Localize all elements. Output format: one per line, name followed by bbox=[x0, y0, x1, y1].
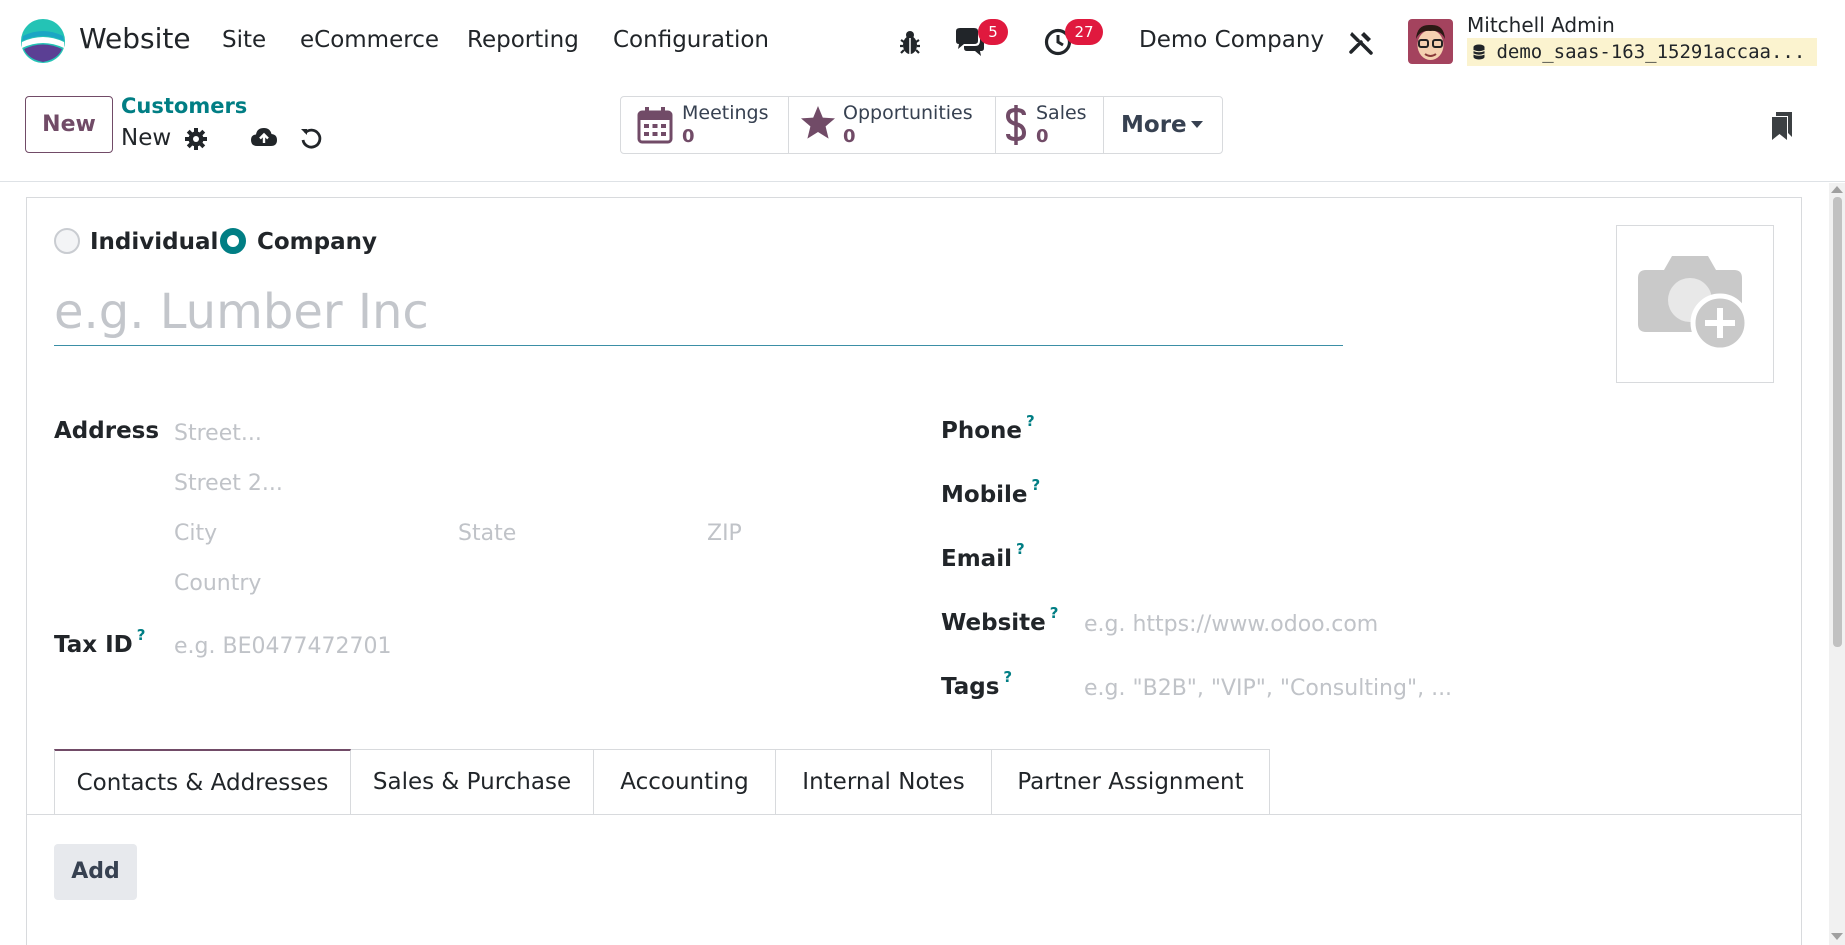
menu-site[interactable]: Site bbox=[222, 27, 266, 53]
radio-individual[interactable] bbox=[54, 228, 80, 254]
image-upload[interactable] bbox=[1616, 225, 1774, 383]
activities-count-badge: 27 bbox=[1065, 19, 1103, 45]
tab-contacts-addresses[interactable]: Contacts & Addresses bbox=[54, 749, 351, 815]
notebook-tabs: Contacts & Addresses Sales & Purchase Ac… bbox=[54, 749, 1270, 815]
address-label: Address bbox=[54, 418, 160, 444]
dollar-icon bbox=[1005, 105, 1027, 145]
email-label-text: Email bbox=[941, 546, 1012, 572]
street-input[interactable] bbox=[174, 417, 734, 449]
debug-bug-icon[interactable] bbox=[897, 28, 923, 56]
radio-individual-label[interactable]: Individual bbox=[90, 229, 218, 255]
company-switcher[interactable]: Demo Company bbox=[1139, 27, 1324, 53]
mobile-help-icon[interactable]: ? bbox=[1032, 476, 1041, 494]
scroll-up-arrow-icon[interactable] bbox=[1831, 186, 1843, 193]
meetings-label: Meetings bbox=[682, 102, 769, 124]
email-input[interactable] bbox=[1084, 544, 1774, 576]
database-icon bbox=[1473, 44, 1485, 60]
taxid-help-icon[interactable]: ? bbox=[137, 626, 146, 644]
mobile-label: Mobile? bbox=[941, 476, 1040, 508]
tab-internal-notes[interactable]: Internal Notes bbox=[776, 749, 992, 815]
website-label: Website? bbox=[941, 604, 1058, 636]
opportunities-count: 0 bbox=[843, 126, 856, 147]
street2-input[interactable] bbox=[174, 467, 734, 499]
more-label: More bbox=[1121, 112, 1187, 138]
zip-input[interactable] bbox=[707, 517, 857, 549]
phone-input[interactable] bbox=[1084, 416, 1774, 448]
opportunities-smart-button[interactable]: Opportunities 0 bbox=[789, 97, 996, 153]
menu-ecommerce[interactable]: eCommerce bbox=[300, 27, 439, 53]
tags-label: Tags? bbox=[941, 668, 1012, 700]
breadcrumb-customers-link[interactable]: Customers bbox=[121, 94, 247, 118]
opportunities-label: Opportunities bbox=[843, 102, 973, 124]
phone-label-text: Phone bbox=[941, 418, 1023, 444]
scrollbar-thumb[interactable] bbox=[1833, 197, 1842, 647]
top-navbar: Website Site eCommerce Reporting Configu… bbox=[0, 0, 1845, 83]
user-name[interactable]: Mitchell Admin bbox=[1467, 13, 1615, 37]
sales-smart-button[interactable]: Sales 0 bbox=[996, 97, 1104, 153]
gear-icon[interactable] bbox=[184, 127, 208, 151]
user-avatar[interactable] bbox=[1408, 19, 1453, 64]
settings-tools-icon[interactable] bbox=[1348, 29, 1374, 55]
messages-count-badge: 5 bbox=[978, 19, 1008, 45]
mobile-input[interactable] bbox=[1084, 480, 1774, 512]
breadcrumb-current: New bbox=[121, 125, 172, 151]
meetings-smart-button[interactable]: Meetings 0 bbox=[621, 97, 789, 153]
smart-buttons: Meetings 0 Opportunities 0 Sales 0 More bbox=[620, 96, 1223, 154]
scroll-down-arrow-icon[interactable] bbox=[1831, 933, 1843, 940]
database-name: demo_saas-163_15291accaa... bbox=[1467, 38, 1817, 66]
menu-configuration[interactable]: Configuration bbox=[613, 27, 769, 53]
taxid-input[interactable] bbox=[174, 630, 734, 662]
tab-divider bbox=[26, 814, 1802, 815]
tags-help-icon[interactable]: ? bbox=[1003, 668, 1012, 686]
sales-count: 0 bbox=[1036, 126, 1049, 147]
phone-help-icon[interactable]: ? bbox=[1026, 412, 1035, 430]
tags-input[interactable] bbox=[1084, 672, 1774, 704]
email-label: Email? bbox=[941, 540, 1025, 572]
app-name[interactable]: Website bbox=[79, 22, 191, 55]
tab-partner-assignment[interactable]: Partner Assignment bbox=[992, 749, 1270, 815]
tab-sales-purchase[interactable]: Sales & Purchase bbox=[351, 749, 594, 815]
website-input[interactable] bbox=[1084, 608, 1774, 640]
bookmark-icon[interactable] bbox=[1771, 111, 1793, 141]
more-dropdown-button[interactable]: More bbox=[1104, 97, 1222, 153]
company-name-input[interactable] bbox=[54, 278, 1343, 346]
state-input[interactable] bbox=[458, 517, 688, 549]
phone-label: Phone? bbox=[941, 412, 1035, 444]
tags-label-text: Tags bbox=[941, 674, 1000, 700]
odoo-app-logo[interactable] bbox=[20, 18, 66, 64]
new-record-button[interactable]: New bbox=[25, 96, 113, 153]
calendar-icon bbox=[637, 107, 673, 144]
meetings-count: 0 bbox=[682, 126, 695, 147]
save-cloud-upload-icon[interactable] bbox=[250, 126, 278, 150]
radio-company-label[interactable]: Company bbox=[257, 229, 377, 255]
city-input[interactable] bbox=[174, 517, 444, 549]
star-icon bbox=[801, 106, 835, 139]
discard-undo-icon[interactable] bbox=[299, 126, 323, 150]
radio-company[interactable] bbox=[220, 228, 246, 254]
email-help-icon[interactable]: ? bbox=[1016, 540, 1025, 558]
website-label-text: Website bbox=[941, 610, 1046, 636]
mobile-label-text: Mobile bbox=[941, 482, 1028, 508]
country-input[interactable] bbox=[174, 567, 734, 599]
caret-down-icon bbox=[1191, 121, 1203, 128]
menu-reporting[interactable]: Reporting bbox=[467, 27, 579, 53]
database-name-text: demo_saas-163_15291accaa... bbox=[1496, 41, 1806, 63]
taxid-label-text: Tax ID bbox=[54, 632, 133, 658]
add-contact-button[interactable]: Add bbox=[54, 844, 137, 900]
taxid-label: Tax ID? bbox=[54, 626, 145, 658]
tab-accounting[interactable]: Accounting bbox=[594, 749, 776, 815]
website-help-icon[interactable]: ? bbox=[1050, 604, 1059, 622]
control-panel: New Customers New Meetings 0 Opportuniti… bbox=[0, 83, 1845, 182]
camera-add-icon bbox=[1638, 256, 1750, 353]
sales-label: Sales bbox=[1036, 102, 1087, 124]
